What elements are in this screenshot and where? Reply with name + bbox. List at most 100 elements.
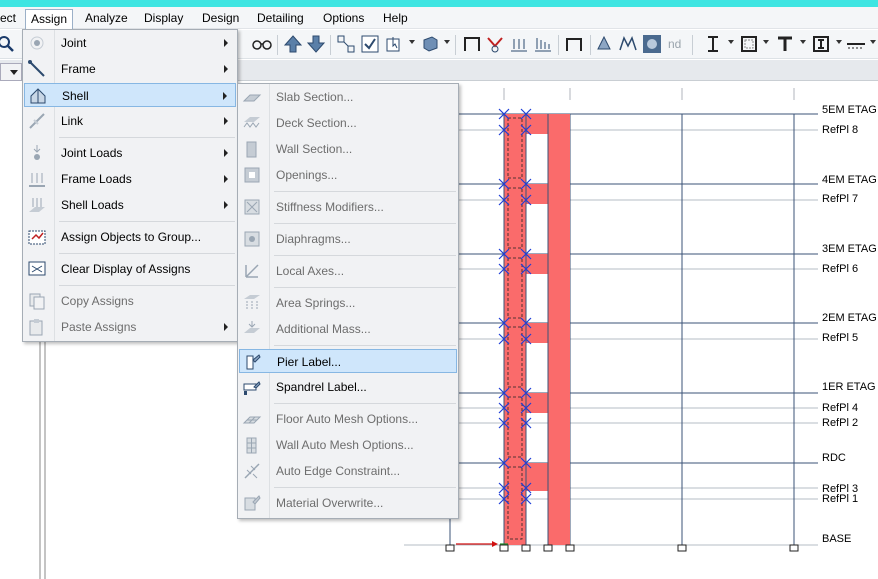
menu-item-deck-section[interactable]: Deck Section... <box>239 111 457 135</box>
menu-item-material-overwrite[interactable]: Material Overwrite... <box>239 491 457 515</box>
menu-item-slab-section[interactable]: Slab Section... <box>239 85 457 109</box>
menu-item-wall-auto-mesh[interactable]: Wall Auto Mesh Options... <box>239 433 457 457</box>
menu-item-frame[interactable]: Frame <box>24 57 236 81</box>
loads-icon[interactable] <box>509 34 529 54</box>
dimension-icon[interactable] <box>846 34 866 54</box>
menu-item-shell[interactable]: Shell <box>24 83 236 107</box>
level-label: RefPl 6 <box>822 263 859 275</box>
menu-item-spandrel-label[interactable]: Spandrel Label... <box>239 375 457 399</box>
i-section-icon[interactable] <box>811 34 831 54</box>
etabs-window: ect Assign Analyze Display Design Detail… <box>0 0 878 579</box>
menu-item-wall-section[interactable]: Wall Section... <box>239 137 457 161</box>
3d-box-icon[interactable] <box>420 34 440 54</box>
portal-frame-icon[interactable] <box>564 34 584 54</box>
frame-icon <box>27 59 47 79</box>
menu-item-clear-display[interactable]: Clear Display of Assigns <box>24 257 236 281</box>
copy-icon <box>27 291 47 311</box>
stiffness-icon <box>242 197 262 217</box>
move-down-icon[interactable] <box>306 34 326 54</box>
level-label: RefPl 7 <box>822 193 859 205</box>
menu-item-link[interactable]: Link <box>24 109 236 133</box>
level-label: 1ER ETAG <box>822 381 876 393</box>
menu-analyze[interactable]: Analyze <box>85 10 128 28</box>
menu-item-joint-loads[interactable]: Joint Loads <box>24 141 236 165</box>
menu-assign[interactable]: Assign <box>25 9 74 30</box>
menu-item-pier-label[interactable]: Pier Label... <box>239 349 457 373</box>
select-icon[interactable] <box>336 34 356 54</box>
spandrel-icon <box>242 377 262 397</box>
level-label: RefPl 1 <box>822 493 859 505</box>
level-label: 4EM ETAG <box>822 174 877 186</box>
paste-icon <box>27 317 47 337</box>
menu-item-additional-mass[interactable]: Additional Mass... <box>239 317 457 341</box>
shell-icon <box>28 86 48 106</box>
level-label: 5EM ETAG <box>822 104 877 116</box>
menu-item-floor-auto-mesh[interactable]: Floor Auto Mesh Options... <box>239 407 457 431</box>
level-label: RefPl 8 <box>822 124 859 136</box>
t-section-icon[interactable] <box>775 34 795 54</box>
menu-item-paste-assigns[interactable]: Paste Assigns <box>24 315 236 339</box>
mass-icon <box>242 319 262 339</box>
deck-icon <box>242 113 262 133</box>
section-box-icon[interactable] <box>739 34 759 54</box>
clear-display-icon <box>27 259 47 279</box>
level-label: RDC <box>822 452 846 464</box>
menu-item-joint[interactable]: Joint <box>24 31 236 55</box>
link-icon <box>27 111 47 131</box>
menu-item-shell-loads[interactable]: Shell Loads <box>24 193 236 217</box>
move-up-icon[interactable] <box>283 34 303 54</box>
assign-menu: Joint Frame Shell Link Joint Loads Frame… <box>22 29 238 342</box>
menu-item-stiffness-modifiers[interactable]: Stiffness Modifiers... <box>239 195 457 219</box>
glasses-icon[interactable] <box>252 34 272 54</box>
level-label: RefPl 4 <box>822 402 859 414</box>
openings-icon <box>242 165 262 185</box>
frame-draw-icon[interactable] <box>462 34 482 54</box>
view-dropdown[interactable] <box>0 63 22 81</box>
release-icon[interactable] <box>485 34 505 54</box>
spring-icon[interactable] <box>618 34 638 54</box>
distributed-load-icon[interactable] <box>533 34 553 54</box>
material-icon <box>242 493 262 513</box>
zoom-icon[interactable] <box>0 34 16 54</box>
menu-item-area-springs[interactable]: Area Springs... <box>239 291 457 315</box>
pointer-icon[interactable] <box>384 34 404 54</box>
edge-constraint-icon <box>242 461 262 481</box>
level-label: BASE <box>822 533 852 545</box>
mesh-icon[interactable] <box>642 34 662 54</box>
wall-mesh-icon <box>242 435 262 455</box>
menu-help[interactable]: Help <box>383 10 408 28</box>
local-axes-icon <box>242 261 262 281</box>
title-bar <box>0 0 878 7</box>
level-label: 3EM ETAG <box>822 243 877 255</box>
menu-display[interactable]: Display <box>144 10 183 28</box>
springs-icon <box>242 293 262 313</box>
menu-item-frame-loads[interactable]: Frame Loads <box>24 167 236 191</box>
menu-item-local-axes[interactable]: Local Axes... <box>239 259 457 283</box>
diaphragm-icon <box>242 229 262 249</box>
shell-loads-icon <box>27 195 47 215</box>
menu-item-openings[interactable]: Openings... <box>239 163 457 187</box>
check-icon[interactable] <box>360 34 380 54</box>
joint-icon <box>27 33 47 53</box>
group-icon <box>27 227 47 247</box>
menu-bar: ect Assign Analyze Display Design Detail… <box>0 7 878 30</box>
menu-detailing[interactable]: Detailing <box>257 10 304 28</box>
floor-mesh-icon <box>242 409 262 429</box>
shell-submenu: Slab Section... Deck Section... Wall Sec… <box>237 83 459 519</box>
slab-icon <box>242 87 262 107</box>
menu-item-auto-edge-constraint[interactable]: Auto Edge Constraint... <box>239 459 457 483</box>
pier-icon <box>243 352 263 372</box>
level-label: 2EM ETAG <box>822 312 877 324</box>
menu-project[interactable]: ect <box>0 10 16 28</box>
wall-icon <box>242 139 262 159</box>
support-icon[interactable] <box>594 34 614 54</box>
menu-design[interactable]: Design <box>202 10 239 28</box>
menu-item-diaphragms[interactable]: Diaphragms... <box>239 227 457 251</box>
joint-loads-icon <box>27 143 47 163</box>
i-beam-icon[interactable] <box>703 34 723 54</box>
menu-options[interactable]: Options <box>323 10 364 28</box>
menu-item-assign-group[interactable]: Assign Objects to Group... <box>24 225 236 249</box>
nd-label: nd <box>668 37 682 51</box>
menu-item-copy-assigns[interactable]: Copy Assigns <box>24 289 236 313</box>
level-label: RefPl 2 <box>822 417 859 429</box>
